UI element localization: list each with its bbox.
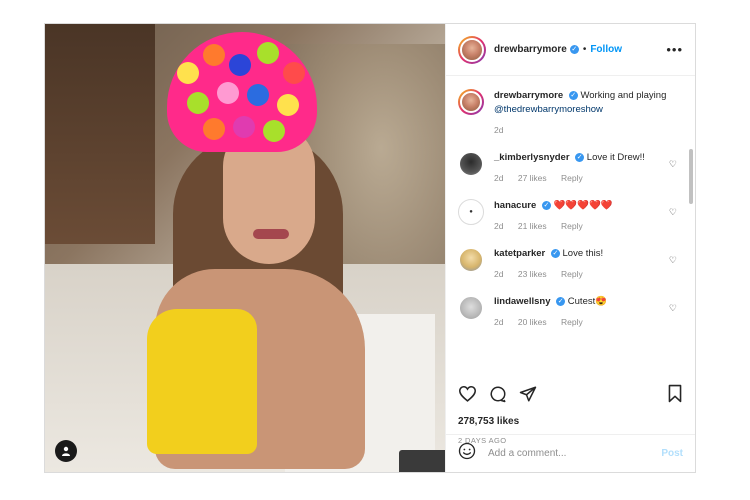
comment-likes[interactable]: 20 likes xyxy=(518,317,547,327)
paper-plane-icon[interactable] xyxy=(519,385,537,403)
reply-button[interactable]: Reply xyxy=(561,221,583,231)
caption-mention[interactable]: @thedrewbarrymoreshow xyxy=(494,104,603,115)
verified-badge-icon: ✓ xyxy=(569,45,579,54)
more-options-icon[interactable]: ••• xyxy=(666,42,683,57)
verified-badge-icon: ✓ xyxy=(550,248,560,258)
verified-badge-icon: ✓ xyxy=(556,296,566,306)
post-sidebar: drewbarrymore ✓ • Follow ••• drewbarrymo… xyxy=(445,24,695,472)
post-header: drewbarrymore ✓ • Follow ••• xyxy=(446,24,695,76)
comment-item: ● hanacure ✓ ❤️❤️❤️❤️❤️ 2d 21 likes Repl… xyxy=(458,199,683,233)
verified-badge-icon: ✓ xyxy=(541,200,551,210)
emoji-icon[interactable] xyxy=(458,442,476,465)
verified-badge-icon: ✓ xyxy=(575,152,585,162)
author-avatar[interactable] xyxy=(458,89,484,115)
photo-lips xyxy=(253,229,289,239)
comment-time: 2d xyxy=(494,173,504,183)
comment-likes[interactable]: 27 likes xyxy=(518,173,547,183)
comment-likes[interactable]: 23 likes xyxy=(518,269,547,279)
comment-heart-icon[interactable]: ♡ xyxy=(669,255,677,266)
commenter-avatar[interactable] xyxy=(458,295,484,321)
caption-username[interactable]: drewbarrymore xyxy=(494,90,563,101)
photo-swimsuit xyxy=(147,309,257,454)
user-tag-icon[interactable] xyxy=(55,440,77,462)
heart-icon[interactable] xyxy=(458,385,477,402)
instagram-post: drewbarrymore ✓ • Follow ••• drewbarrymo… xyxy=(44,23,696,473)
commenter-avatar[interactable] xyxy=(458,247,484,273)
reply-button[interactable]: Reply xyxy=(561,269,583,279)
comment-username[interactable]: _kimberlysnyder xyxy=(494,152,570,163)
photo-phone xyxy=(399,450,445,472)
commenter-avatar[interactable]: ● xyxy=(458,199,484,225)
comment-heart-icon[interactable]: ♡ xyxy=(669,207,677,218)
comment-text: ❤️❤️❤️❤️❤️ xyxy=(553,200,613,211)
comment-input[interactable] xyxy=(486,447,662,460)
reply-button[interactable]: Reply xyxy=(561,173,583,183)
comment-username[interactable]: hanacure xyxy=(494,200,536,211)
caption-time: 2d xyxy=(494,125,504,135)
comment-bubble-icon[interactable] xyxy=(489,385,507,403)
caption: drewbarrymore ✓ Working and playing @the… xyxy=(458,89,683,137)
reply-button[interactable]: Reply xyxy=(561,317,583,327)
commenter-avatar[interactable] xyxy=(458,151,484,177)
comment-item: katetparker ✓ Love this! 2d 23 likes Rep… xyxy=(458,247,683,281)
comment-time: 2d xyxy=(494,221,504,231)
post-photo[interactable] xyxy=(45,24,445,472)
comment-text: Love this! xyxy=(562,248,604,259)
comment-item: lindawellsny ✓ Cutest😍 2d 20 likes Reply… xyxy=(458,295,683,329)
comments-list[interactable]: drewbarrymore ✓ Working and playing @the… xyxy=(446,77,695,377)
comment-text: Love it Drew!! xyxy=(586,152,645,163)
author-avatar[interactable] xyxy=(458,35,486,64)
author-username[interactable]: drewbarrymore xyxy=(494,44,567,55)
caption-text: Working and playing xyxy=(580,90,667,101)
comment-time: 2d xyxy=(494,317,504,327)
photo-background-wall xyxy=(45,24,155,244)
separator-dot: • xyxy=(582,44,587,55)
like-count[interactable]: 278,753 likes xyxy=(458,416,519,427)
follow-button[interactable]: Follow xyxy=(590,44,622,55)
comment-item: _kimberlysnyder ✓ Love it Drew!! 2d 27 l… xyxy=(458,151,683,185)
verified-badge-icon: ✓ xyxy=(568,90,578,100)
comment-likes[interactable]: 21 likes xyxy=(518,221,547,231)
comment-username[interactable]: katetparker xyxy=(494,248,545,259)
comment-text: Cutest😍 xyxy=(567,296,608,307)
comment-heart-icon[interactable]: ♡ xyxy=(669,159,677,170)
comment-time: 2d xyxy=(494,269,504,279)
post-comment-button[interactable]: Post xyxy=(661,448,683,459)
comment-username[interactable]: lindawellsny xyxy=(494,296,551,307)
add-comment-bar: Post xyxy=(446,434,695,472)
comment-heart-icon[interactable]: ♡ xyxy=(669,303,677,314)
comments-scrollbar[interactable] xyxy=(689,149,693,204)
action-bar xyxy=(458,384,683,403)
bookmark-icon[interactable] xyxy=(667,384,683,403)
